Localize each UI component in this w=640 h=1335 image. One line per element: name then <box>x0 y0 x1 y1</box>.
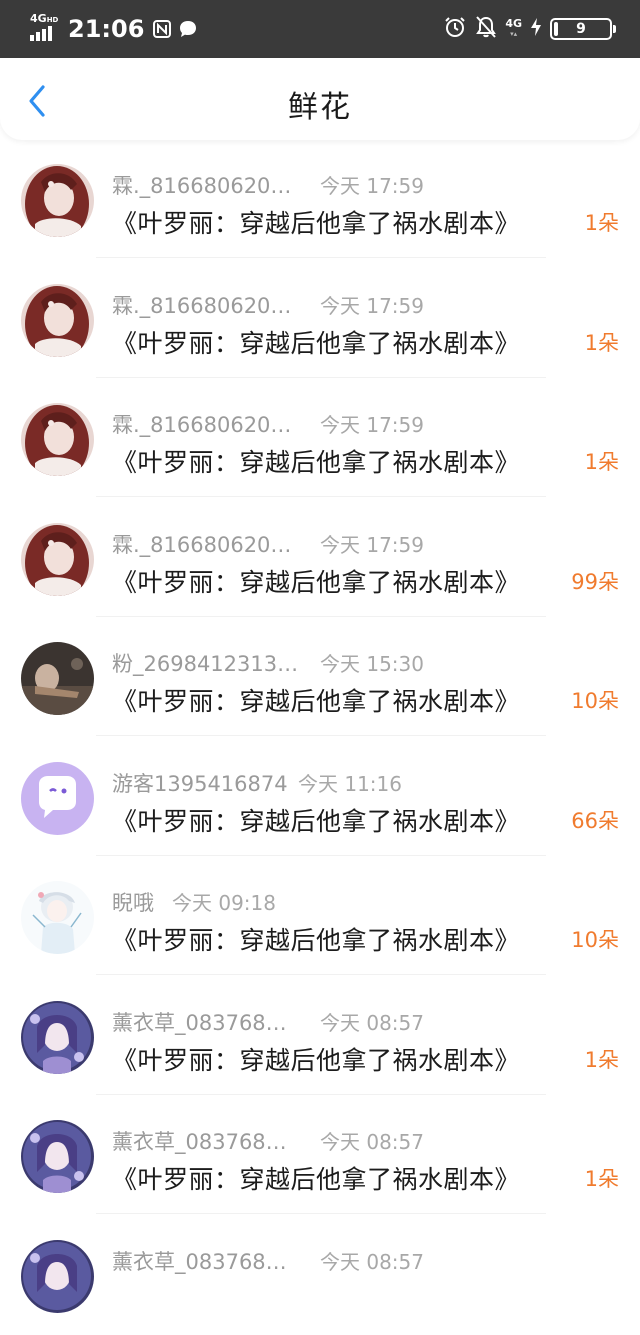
list-item[interactable]: 游客1395416874 今天 11:16 《叶罗丽：穿越后他拿了祸水剧本》 6… <box>0 738 640 858</box>
record-time: 今天 11:16 <box>298 768 402 797</box>
record-time: 今天 17:59 <box>320 409 424 438</box>
divider <box>96 616 546 617</box>
nav-bar: 鲜花 <box>0 58 640 140</box>
list-item[interactable]: 霖._816680620… 今天 17:59 《叶罗丽：穿越后他拿了祸水剧本》 … <box>0 499 640 619</box>
signal-icon: 4GHD <box>30 14 60 44</box>
flower-count: 1朵 <box>585 1163 619 1193</box>
user-name: 薰衣草_083768… <box>112 1126 287 1156</box>
divider <box>96 1094 546 1095</box>
user-name: 霖._816680620… <box>112 290 291 320</box>
book-title: 《叶罗丽：穿越后他拿了祸水剧本》 <box>112 921 520 957</box>
message-bubble-icon <box>178 19 198 39</box>
divider <box>96 735 546 736</box>
battery-icon: 9 <box>550 18 612 40</box>
flower-count: 1朵 <box>585 1044 619 1074</box>
list-item[interactable]: 睨哦 今天 09:18 《叶罗丽：穿越后他拿了祸水剧本》 10朵 <box>0 857 640 977</box>
mute-bell-icon <box>475 15 497 43</box>
avatar[interactable] <box>21 284 94 357</box>
alarm-icon <box>443 15 467 43</box>
flower-count: 1朵 <box>585 327 619 357</box>
record-time: 今天 08:57 <box>320 1246 424 1275</box>
list-item[interactable]: 霖._816680620… 今天 17:59 《叶罗丽：穿越后他拿了祸水剧本》 … <box>0 260 640 380</box>
book-title: 《叶罗丽：穿越后他拿了祸水剧本》 <box>112 682 520 718</box>
record-time: 今天 17:59 <box>320 290 424 319</box>
list-item[interactable]: 薰衣草_083768… 今天 08:57 《叶罗丽：穿越后他拿了祸水剧本》 1朵 <box>0 1096 640 1216</box>
flower-count: 1朵 <box>585 207 619 237</box>
user-name: 霖._816680620… <box>112 170 291 200</box>
flower-count: 66朵 <box>571 805 619 835</box>
avatar[interactable] <box>21 642 94 715</box>
list-item[interactable]: 霖._816680620… 今天 17:59 《叶罗丽：穿越后他拿了祸水剧本》 … <box>0 140 640 260</box>
record-time: 今天 08:57 <box>320 1126 424 1155</box>
record-time: 今天 15:30 <box>320 648 424 677</box>
user-name: 睨哦 <box>112 887 154 917</box>
flower-count: 10朵 <box>571 685 619 715</box>
divider <box>96 974 546 975</box>
flower-count: 99朵 <box>571 566 619 596</box>
network-4g-indicator: 4G▾▴ <box>505 19 522 39</box>
book-title: 《叶罗丽：穿越后他拿了祸水剧本》 <box>112 204 520 240</box>
record-time: 今天 17:59 <box>320 170 424 199</box>
avatar[interactable] <box>21 1240 94 1313</box>
avatar[interactable] <box>21 762 94 835</box>
book-title: 《叶罗丽：穿越后他拿了祸水剧本》 <box>112 443 520 479</box>
record-time: 今天 17:59 <box>320 529 424 558</box>
book-title: 《叶罗丽：穿越后他拿了祸水剧本》 <box>112 324 520 360</box>
avatar[interactable] <box>21 1120 94 1193</box>
record-time: 今天 08:57 <box>320 1007 424 1036</box>
user-name: 薰衣草_083768… <box>112 1007 287 1037</box>
record-time: 今天 09:18 <box>172 887 276 916</box>
book-title: 《叶罗丽：穿越后他拿了祸水剧本》 <box>112 1041 520 1077</box>
list-item[interactable]: 粉_2698412313… 今天 15:30 《叶罗丽：穿越后他拿了祸水剧本》 … <box>0 618 640 738</box>
status-time: 21:06 <box>68 15 144 43</box>
user-name: 薰衣草_083768… <box>112 1246 287 1276</box>
book-title: 《叶罗丽：穿越后他拿了祸水剧本》 <box>112 1160 520 1196</box>
page-title: 鲜花 <box>0 82 640 126</box>
user-name: 粉_2698412313… <box>112 648 298 678</box>
avatar[interactable] <box>21 881 94 954</box>
divider <box>96 377 546 378</box>
list-item[interactable]: 霖._816680620… 今天 17:59 《叶罗丽：穿越后他拿了祸水剧本》 … <box>0 379 640 499</box>
user-name: 霖._816680620… <box>112 409 291 439</box>
divider <box>96 855 546 856</box>
avatar[interactable] <box>21 403 94 476</box>
user-name: 游客1395416874 <box>112 768 288 798</box>
list-item[interactable]: 薰衣草_083768… 今天 08:57 《叶罗丽：穿越后他拿了祸水剧本》 1朵 <box>0 977 640 1097</box>
flower-count: 10朵 <box>571 924 619 954</box>
divider <box>96 257 546 258</box>
flower-count: 1朵 <box>585 446 619 476</box>
flower-record-list: 霖._816680620… 今天 17:59 《叶罗丽：穿越后他拿了祸水剧本》 … <box>0 140 640 1335</box>
status-bar: 4GHD 21:06 4G▾▴ 9 <box>0 0 640 58</box>
divider <box>96 1213 546 1214</box>
book-title: 《叶罗丽：穿越后他拿了祸水剧本》 <box>112 802 520 838</box>
charging-icon <box>530 17 542 41</box>
avatar[interactable] <box>21 523 94 596</box>
divider <box>96 496 546 497</box>
user-name: 霖._816680620… <box>112 529 291 559</box>
nfc-icon <box>152 19 172 39</box>
list-item[interactable]: 薰衣草_083768… 今天 08:57 <box>0 1216 640 1335</box>
avatar[interactable] <box>21 1001 94 1074</box>
book-title: 《叶罗丽：穿越后他拿了祸水剧本》 <box>112 563 520 599</box>
avatar[interactable] <box>21 164 94 237</box>
